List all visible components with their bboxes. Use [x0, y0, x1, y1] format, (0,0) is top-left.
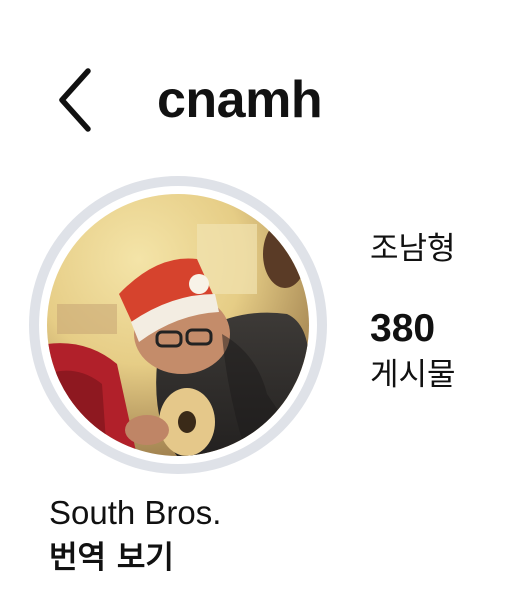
posts-label[interactable]: 게시물	[370, 355, 456, 395]
chevron-left-icon	[59, 68, 91, 132]
back-button[interactable]	[54, 62, 118, 138]
avatar	[47, 194, 309, 456]
see-translation-link[interactable]: 번역 보기	[49, 537, 174, 579]
avatar-photo	[47, 194, 309, 456]
profile-header: cnamh	[0, 0, 515, 160]
display-name: 조남형	[370, 231, 456, 267]
posts-count[interactable]: 380	[370, 306, 435, 352]
profile-page: cnamh 조남형 380 게시물 South Bros. 번역 보기	[0, 0, 515, 593]
username-title: cnamh	[157, 71, 323, 129]
bio-text: South Bros.	[49, 494, 222, 531]
avatar-story-ring[interactable]	[29, 176, 327, 474]
